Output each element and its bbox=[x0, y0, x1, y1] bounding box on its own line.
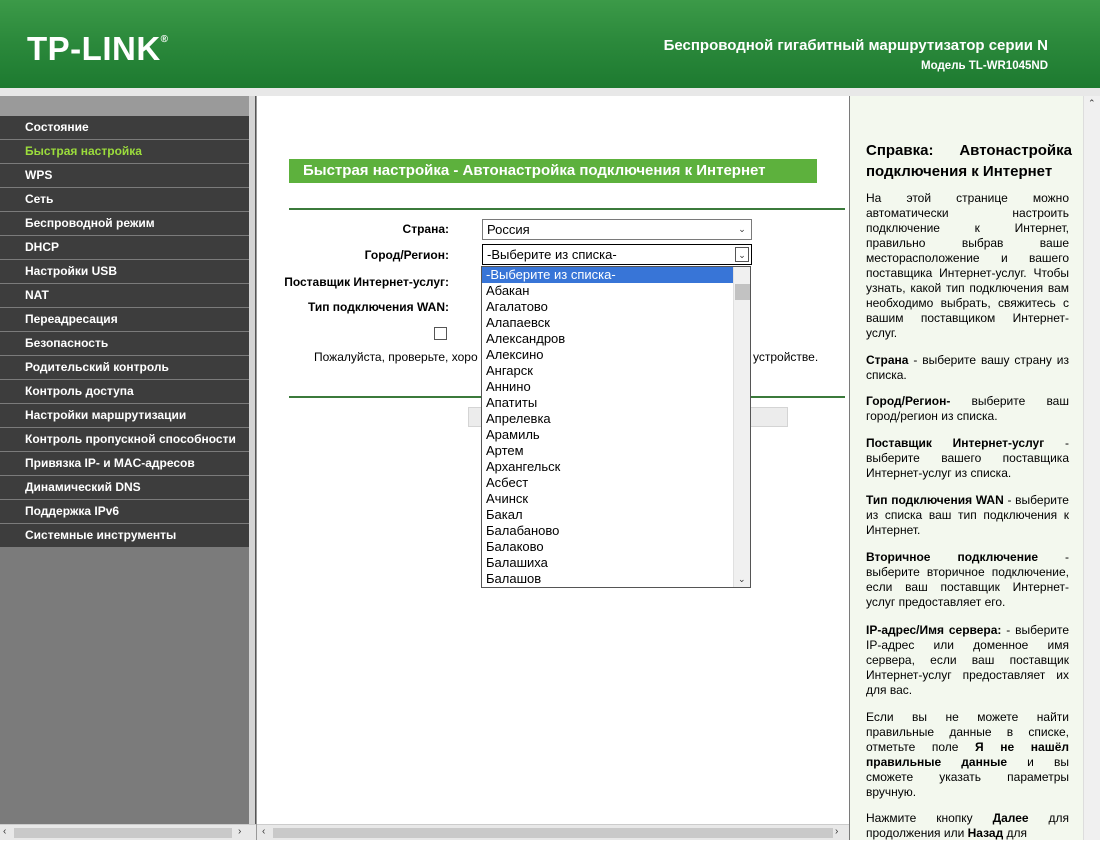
sidebar-item-forwarding[interactable]: Переадресация bbox=[0, 308, 250, 332]
sidebar-item-ddns[interactable]: Динамический DNS bbox=[0, 476, 250, 500]
scroll-thumb[interactable] bbox=[14, 828, 232, 838]
tp-link-logo: TP-LINK® bbox=[27, 30, 169, 67]
sidebar-item-routing[interactable]: Настройки маршрутизации bbox=[0, 404, 250, 428]
help-title: Справка: Автонастройка подключения к Инт… bbox=[866, 142, 1072, 180]
dropdown-scrollbar[interactable]: ⌄ bbox=[733, 267, 750, 587]
wan-type-label: Тип подключения WAN: bbox=[307, 300, 449, 314]
city-value: -Выберите из списка- bbox=[487, 247, 617, 262]
header-banner: TP-LINK® Беспроводной гигабитный маршрут… bbox=[0, 0, 1100, 88]
sidebar-item-wps[interactable]: WPS bbox=[0, 164, 250, 188]
dropdown-option[interactable]: Асбест bbox=[482, 475, 750, 491]
dropdown-option[interactable]: Ачинск bbox=[482, 491, 750, 507]
sidebar-item-parental-control[interactable]: Родительский контроль bbox=[0, 356, 250, 380]
city-select[interactable]: -Выберите из списка- ⌄ bbox=[482, 244, 752, 265]
menu-top-bar bbox=[0, 96, 250, 116]
dropdown-option[interactable]: Алексино bbox=[482, 347, 750, 363]
dropdown-option[interactable]: Агалатово bbox=[482, 299, 750, 315]
sidebar-item-ip-mac-binding[interactable]: Привязка IP- и MAC-адресов bbox=[0, 452, 250, 476]
dropdown-option[interactable]: Александров bbox=[482, 331, 750, 347]
dropdown-option[interactable]: Апатиты bbox=[482, 395, 750, 411]
scroll-thumb[interactable] bbox=[273, 828, 833, 838]
divider-top bbox=[289, 208, 845, 210]
manual-entry-checkbox[interactable] bbox=[434, 327, 447, 340]
section-title: Быстрая настройка - Автонастройка подклю… bbox=[289, 159, 817, 183]
dropdown-option[interactable]: Балаково bbox=[482, 539, 750, 555]
sidebar-item-usb-settings[interactable]: Настройки USB bbox=[0, 260, 250, 284]
dropdown-option[interactable]: Балашов bbox=[482, 571, 750, 587]
scroll-down-icon[interactable]: ⌄ bbox=[738, 574, 746, 585]
help-city: Город/Регион- выберите ваш город/регион … bbox=[866, 394, 1069, 423]
dropdown-option[interactable]: Балабаново bbox=[482, 523, 750, 539]
dropdown-option[interactable]: Арамиль bbox=[482, 427, 750, 443]
dropdown-option[interactable]: Архангельск bbox=[482, 459, 750, 475]
country-label: Страна: bbox=[402, 222, 449, 236]
dropdown-option[interactable]: -Выберите из списка- bbox=[482, 267, 750, 283]
help-intro: На этой странице можно автоматически нас… bbox=[866, 191, 1069, 340]
router-model: Модель TL-WR1045ND bbox=[921, 60, 1048, 72]
help-frame: Справка: Автонастройка подключения к Инт… bbox=[849, 96, 1100, 840]
sidebar-item-system-tools[interactable]: Системные инструменты bbox=[0, 524, 250, 548]
help-secondary: Вторичное подключение - выберите вторичн… bbox=[866, 550, 1069, 609]
scroll-thumb[interactable] bbox=[735, 284, 750, 300]
help-manual: Если вы не можете найти правильные данны… bbox=[866, 710, 1070, 799]
scroll-right-icon[interactable]: › bbox=[238, 826, 241, 837]
menu-vertical-scrollbar[interactable] bbox=[249, 96, 255, 840]
help-ip-server: IP-адрес/Имя сервера: - выберите IP-адре… bbox=[866, 623, 1069, 697]
dropdown-option[interactable]: Абакан bbox=[482, 283, 750, 299]
dropdown-option[interactable]: Бакал bbox=[482, 507, 750, 523]
menu-horizontal-scrollbar[interactable]: ‹ › bbox=[0, 824, 256, 840]
sidebar-item-bandwidth-control[interactable]: Контроль пропускной способности bbox=[0, 428, 250, 452]
sidebar-menu-frame: Состояние Быстрая настройка WPS Сеть Бес… bbox=[0, 96, 256, 840]
scroll-left-icon[interactable]: ‹ bbox=[262, 826, 265, 837]
dropdown-option[interactable]: Алапаевск bbox=[482, 315, 750, 331]
header-divider bbox=[0, 88, 1100, 96]
help-country: Страна - выберите вашу страну из списка. bbox=[866, 353, 1069, 382]
sidebar-item-access-control[interactable]: Контроль доступа bbox=[0, 380, 250, 404]
help-vertical-scrollbar[interactable]: ⌃ bbox=[1083, 96, 1100, 840]
help-isp: Поставщик Интернет-услуг - выберите ваше… bbox=[866, 436, 1069, 480]
scroll-up-icon[interactable]: ⌃ bbox=[1088, 98, 1096, 109]
sidebar-item-quick-setup[interactable]: Быстрая настройка bbox=[0, 140, 250, 164]
scroll-right-icon[interactable]: › bbox=[835, 826, 838, 837]
city-label: Город/Регион: bbox=[364, 248, 449, 262]
country-value: Россия bbox=[487, 222, 530, 237]
sidebar-item-ipv6[interactable]: Поддержка IPv6 bbox=[0, 500, 250, 524]
dropdown-option[interactable]: Аннино bbox=[482, 379, 750, 395]
sidebar-item-status[interactable]: Состояние bbox=[0, 116, 250, 140]
sidebar-item-wireless[interactable]: Беспроводной режим bbox=[0, 212, 250, 236]
check-note-tail: устройстве. bbox=[753, 350, 819, 364]
help-next: Нажмите кнопку Далее для продолжения или… bbox=[866, 811, 1069, 840]
sidebar-item-network[interactable]: Сеть bbox=[0, 188, 250, 212]
country-select[interactable]: Россия ⌄ bbox=[482, 219, 752, 240]
help-wan-type: Тип подключения WAN - выберите из списка… bbox=[866, 493, 1069, 537]
sidebar-item-nat[interactable]: NAT bbox=[0, 284, 250, 308]
city-dropdown-list[interactable]: -Выберите из списка- Абакан Агалатово Ал… bbox=[481, 266, 751, 588]
sidebar-item-security[interactable]: Безопасность bbox=[0, 332, 250, 356]
dropdown-option[interactable]: Ангарск bbox=[482, 363, 750, 379]
main-horizontal-scrollbar[interactable]: ‹ › bbox=[257, 824, 849, 840]
sidebar-menu: Состояние Быстрая настройка WPS Сеть Бес… bbox=[0, 116, 250, 548]
chevron-down-icon: ⌄ bbox=[735, 247, 749, 262]
dropdown-option[interactable]: Артем bbox=[482, 443, 750, 459]
router-title: Беспроводной гигабитный маршрутизатор се… bbox=[663, 37, 1048, 54]
scroll-left-icon[interactable]: ‹ bbox=[3, 826, 6, 837]
dropdown-option[interactable]: Апрелевка bbox=[482, 411, 750, 427]
check-note: Пожалуйста, проверьте, хоро bbox=[314, 350, 478, 364]
chevron-down-icon: ⌄ bbox=[738, 224, 746, 234]
dropdown-option[interactable]: Балашиха bbox=[482, 555, 750, 571]
isp-label: Поставщик Интернет-услуг: bbox=[284, 275, 449, 289]
sidebar-item-dhcp[interactable]: DHCP bbox=[0, 236, 250, 260]
